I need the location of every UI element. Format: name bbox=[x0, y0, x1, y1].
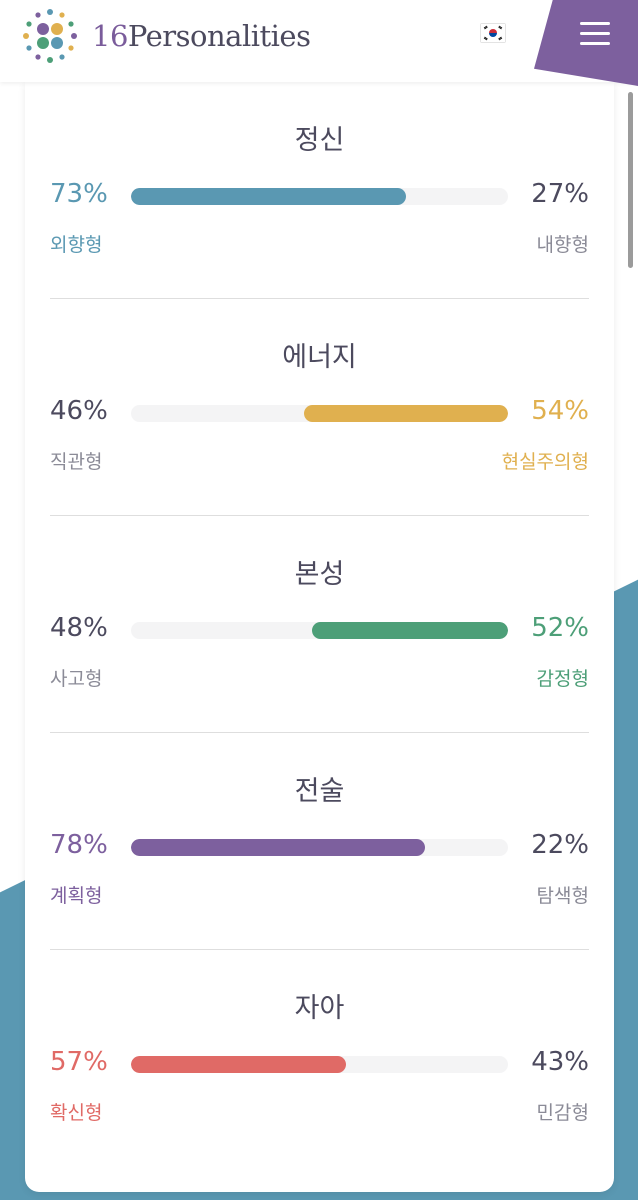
trait-title: 본성 bbox=[294, 559, 345, 590]
left-percent: 48% bbox=[50, 613, 108, 643]
right-percent: 27% bbox=[531, 179, 589, 209]
site-logo[interactable]: 16Personalities bbox=[18, 4, 311, 68]
left-percent: 46% bbox=[50, 396, 108, 426]
trait-bar bbox=[131, 839, 508, 856]
right-trait-label: 감정형 bbox=[536, 668, 589, 690]
trait-row: 전술 78% 22% 계획형 탐색형 bbox=[50, 733, 589, 950]
left-trait-label: 확신형 bbox=[50, 1102, 103, 1124]
trait-title: 에너지 bbox=[282, 342, 357, 373]
right-trait-label: 현실주의형 bbox=[501, 451, 589, 473]
right-percent: 54% bbox=[531, 396, 589, 426]
trait-row: 자아 57% 43% 확신형 민감형 bbox=[50, 950, 589, 1167]
trait-bar bbox=[131, 188, 508, 205]
left-trait-label: 직관형 bbox=[50, 451, 103, 473]
site-header: 16Personalities bbox=[0, 0, 638, 86]
left-trait-label: 계획형 bbox=[50, 885, 103, 907]
logo-wordmark: 16Personalities bbox=[92, 19, 311, 53]
logo-number: 16 bbox=[92, 19, 128, 53]
trait-bar bbox=[131, 1056, 508, 1073]
trait-title: 전술 bbox=[294, 776, 345, 807]
trait-bar-fill bbox=[131, 1056, 346, 1073]
right-trait-label: 민감형 bbox=[536, 1102, 589, 1124]
right-percent: 43% bbox=[531, 1047, 589, 1077]
logo-dots-icon bbox=[23, 9, 77, 63]
hamburger-menu-icon[interactable] bbox=[580, 21, 610, 45]
left-percent: 73% bbox=[50, 179, 108, 209]
trait-bar-fill bbox=[311, 622, 508, 639]
traits-card: 정신 73% 27% 외향형 내향형 에너지 46% 54% 직관형 현실주의형… bbox=[25, 82, 614, 1192]
trait-bar bbox=[131, 405, 508, 422]
left-percent: 78% bbox=[50, 830, 108, 860]
right-percent: 22% bbox=[531, 830, 589, 860]
right-percent: 52% bbox=[531, 613, 589, 643]
right-trait-label: 탐색형 bbox=[536, 885, 589, 907]
left-trait-label: 외향형 bbox=[50, 234, 103, 256]
trait-row: 정신 73% 27% 외향형 내향형 bbox=[50, 82, 589, 299]
scrollbar[interactable] bbox=[628, 92, 633, 268]
logo-word: Personalities bbox=[127, 19, 311, 53]
trait-bar-fill bbox=[304, 405, 508, 422]
flag-graphic bbox=[481, 24, 505, 42]
left-trait-label: 사고형 bbox=[50, 668, 103, 690]
south-korea-flag-icon[interactable] bbox=[480, 23, 506, 43]
trait-row: 에너지 46% 54% 직관형 현실주의형 bbox=[50, 299, 589, 516]
trait-bar bbox=[131, 622, 508, 639]
trait-bar-fill bbox=[131, 188, 407, 205]
trait-bar-fill bbox=[131, 839, 426, 856]
right-trait-label: 내향형 bbox=[536, 234, 589, 256]
trait-title: 정신 bbox=[294, 125, 345, 156]
trait-row: 본성 48% 52% 사고형 감정형 bbox=[50, 516, 589, 733]
left-percent: 57% bbox=[50, 1047, 108, 1077]
trait-title: 자아 bbox=[294, 993, 345, 1024]
